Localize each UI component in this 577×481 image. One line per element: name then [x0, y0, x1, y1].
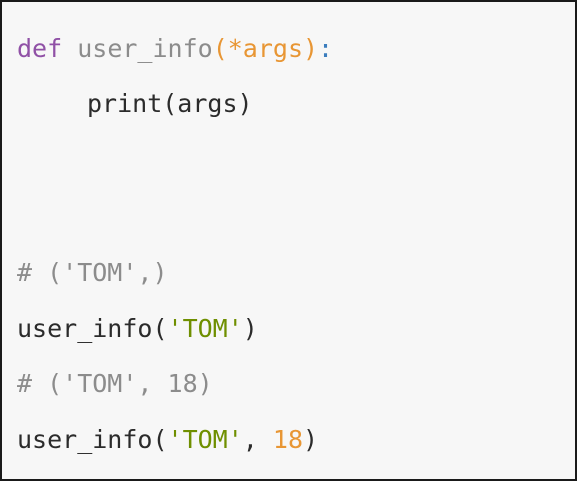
comment-output-2: # ('TOM', 18) [17, 369, 213, 398]
comment-output-1: # ('TOM',) [17, 258, 168, 287]
function-params: (*args) [212, 34, 319, 63]
code-line-comment-1: # ('TOM',) [17, 253, 168, 293]
arg-separator: , [242, 425, 273, 454]
call-name-2: user_info( [17, 425, 168, 454]
keyword-def: def [17, 34, 63, 63]
string-arg-1: 'TOM' [167, 314, 243, 343]
code-line-call-2: user_info('TOM', 18) [17, 420, 318, 460]
code-line-call-1: user_info('TOM') [17, 309, 258, 349]
code-line-comment-2: # ('TOM', 18) [17, 364, 213, 404]
code-line-print: print(args) [17, 84, 253, 124]
colon-token: : [318, 34, 334, 63]
call-close-1: ) [242, 314, 258, 343]
function-name: user_info [77, 34, 213, 63]
string-arg-2: 'TOM' [167, 425, 243, 454]
number-arg: 18 [272, 425, 303, 454]
code-line-def: def user_info(*args): [17, 29, 333, 69]
code-panel: def user_info(*args): print(args) # ('TO… [0, 0, 577, 481]
print-statement: print(args) [87, 89, 253, 118]
call-close-2: ) [303, 425, 319, 454]
call-name-1: user_info( [17, 314, 168, 343]
